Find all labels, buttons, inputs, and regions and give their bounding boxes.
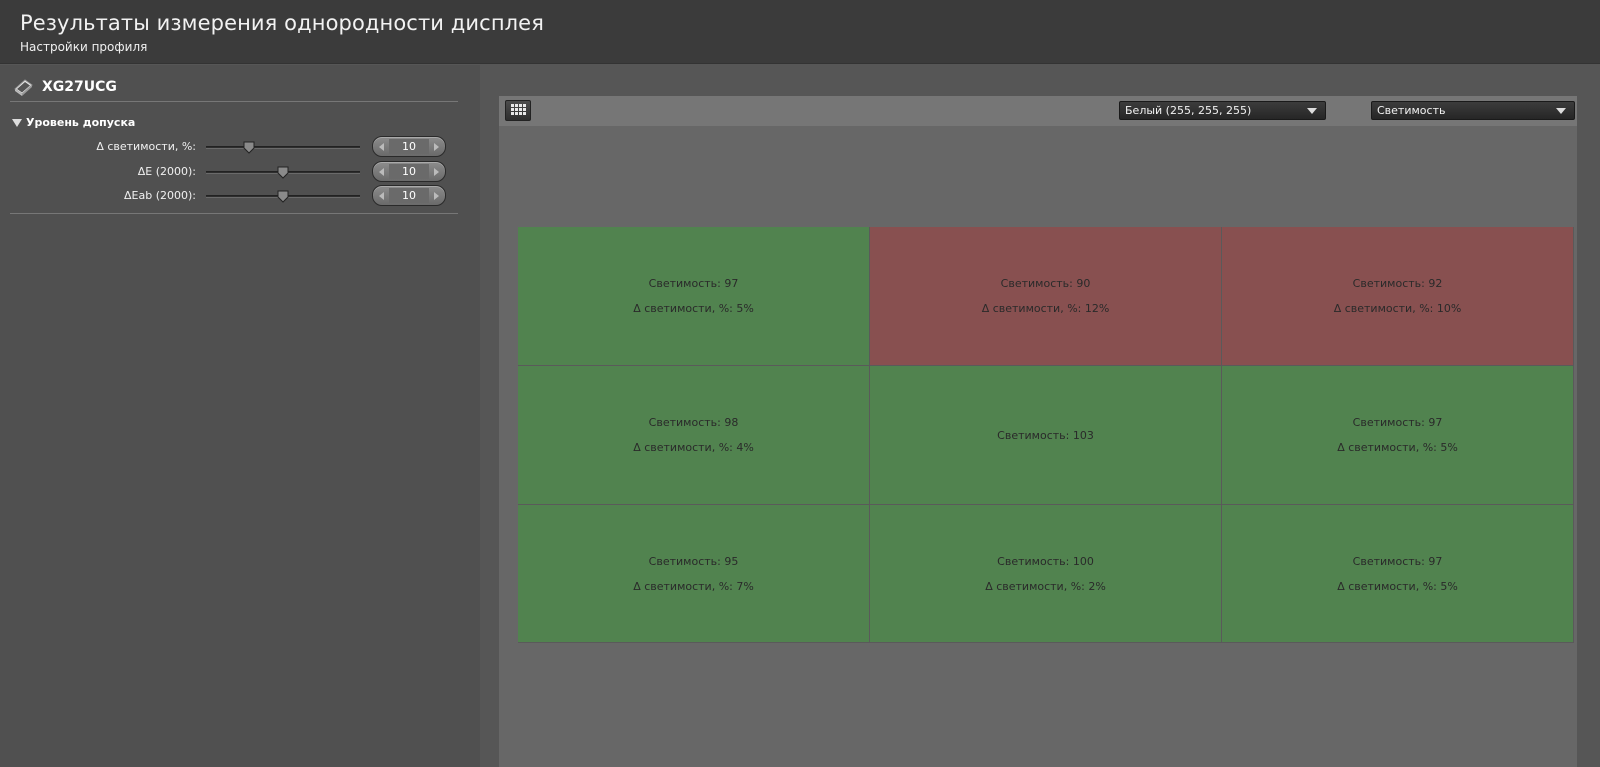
chevron-down-icon bbox=[1556, 108, 1566, 114]
cell-luminance: Светимость: 97 bbox=[648, 277, 739, 290]
color-select-value: Белый (255, 255, 255) bbox=[1125, 104, 1252, 117]
cell-delta: Δ светимости, %: 10% bbox=[1333, 302, 1462, 315]
spinner-value[interactable]: 10 bbox=[389, 139, 429, 154]
page-title: Результаты измерения однородности диспле… bbox=[20, 11, 544, 35]
slider-thumb[interactable] bbox=[243, 141, 255, 154]
profile-settings-link[interactable]: Настройки профиля bbox=[20, 40, 147, 54]
param-row-luminance: Δ светимости, %: 10 bbox=[0, 136, 460, 158]
decrement-icon[interactable] bbox=[379, 192, 384, 200]
de2000-spinner[interactable]: 10 bbox=[372, 161, 446, 182]
param-label: Δ светимости, %: bbox=[96, 140, 196, 153]
deab2000-slider[interactable] bbox=[206, 190, 360, 203]
cell-delta: Δ светимости, %: 4% bbox=[633, 441, 754, 454]
increment-icon[interactable] bbox=[434, 192, 439, 200]
tolerance-section-toggle[interactable]: Уровень допуска bbox=[10, 116, 310, 132]
cell-luminance: Светимость: 98 bbox=[648, 416, 739, 429]
results-panel: Белый (255, 255, 255) Светимость Светимо… bbox=[499, 96, 1577, 767]
grid-cell: Светимость: 100 Δ светимости, %: 2% bbox=[870, 505, 1222, 643]
triangle-down-icon bbox=[12, 119, 22, 127]
chevron-down-icon bbox=[1307, 108, 1317, 114]
color-select[interactable]: Белый (255, 255, 255) bbox=[1119, 101, 1326, 120]
grid-icon bbox=[511, 104, 526, 115]
increment-icon[interactable] bbox=[434, 168, 439, 176]
cell-delta: Δ светимости, %: 7% bbox=[633, 579, 754, 593]
spinner-value[interactable]: 10 bbox=[389, 164, 429, 179]
grid-view-button[interactable] bbox=[505, 100, 531, 121]
grid-cell: Светимость: 97 Δ светимости, %: 5% bbox=[1222, 505, 1574, 643]
slider-thumb[interactable] bbox=[277, 190, 289, 203]
cell-delta: Δ светимости, %: 5% bbox=[633, 302, 754, 315]
results-toolbar: Белый (255, 255, 255) Светимость bbox=[499, 96, 1577, 126]
cell-delta: Δ светимости, %: 12% bbox=[981, 302, 1110, 315]
device-name: XG27UCG bbox=[42, 79, 117, 95]
grid-cell: Светимость: 97 Δ светимости, %: 5% bbox=[1222, 366, 1574, 505]
grid-cell: Светимость: 103 bbox=[870, 366, 1222, 505]
app-header: Результаты измерения однородности диспле… bbox=[0, 0, 1600, 64]
divider bbox=[10, 213, 458, 214]
grid-cell: Светимость: 97 Δ светимости, %: 5% bbox=[518, 227, 870, 366]
param-label: ΔEab (2000): bbox=[124, 189, 196, 202]
device-header: XG27UCG bbox=[10, 77, 458, 102]
slider-thumb[interactable] bbox=[277, 166, 289, 179]
luminance-slider[interactable] bbox=[206, 141, 360, 154]
deab2000-spinner[interactable]: 10 bbox=[372, 185, 446, 206]
grid-cell: Светимость: 98 Δ светимости, %: 4% bbox=[518, 366, 870, 505]
param-row-deab2000: ΔEab (2000): 10 bbox=[0, 185, 460, 207]
settings-panel: XG27UCG Уровень допуска Δ светимости, %:… bbox=[0, 65, 480, 767]
cell-luminance: Светимость: 100 bbox=[997, 554, 1094, 568]
metric-select-value: Светимость bbox=[1377, 104, 1446, 117]
luminance-spinner[interactable]: 10 bbox=[372, 136, 446, 157]
metric-select[interactable]: Светимость bbox=[1371, 101, 1575, 120]
decrement-icon[interactable] bbox=[379, 143, 384, 151]
de2000-slider[interactable] bbox=[206, 166, 360, 179]
cell-luminance: Светимость: 92 bbox=[1352, 277, 1443, 290]
monitor-icon bbox=[14, 79, 33, 96]
grid-cell: Светимость: 95 Δ светимости, %: 7% bbox=[518, 505, 870, 643]
param-label: ΔE (2000): bbox=[137, 165, 196, 178]
increment-icon[interactable] bbox=[434, 143, 439, 151]
spinner-value[interactable]: 10 bbox=[389, 188, 429, 203]
cell-delta: Δ светимости, %: 5% bbox=[1337, 579, 1458, 593]
grid-cell: Светимость: 92 Δ светимости, %: 10% bbox=[1222, 227, 1574, 366]
cell-delta: Δ светимости, %: 2% bbox=[985, 579, 1106, 593]
cell-delta: Δ светимости, %: 5% bbox=[1337, 441, 1458, 454]
param-row-de2000: ΔE (2000): 10 bbox=[0, 161, 460, 183]
grid-cell: Светимость: 90 Δ светимости, %: 12% bbox=[870, 227, 1222, 366]
cell-luminance: Светимость: 90 bbox=[1000, 277, 1091, 290]
decrement-icon[interactable] bbox=[379, 168, 384, 176]
cell-luminance: Светимость: 97 bbox=[1352, 416, 1443, 429]
tolerance-section-label: Уровень допуска bbox=[26, 116, 136, 129]
cell-luminance: Светимость: 97 bbox=[1352, 554, 1443, 568]
cell-luminance: Светимость: 95 bbox=[648, 554, 739, 568]
cell-luminance: Светимость: 103 bbox=[997, 428, 1094, 442]
uniformity-grid: Светимость: 97 Δ светимости, %: 5% Свети… bbox=[518, 227, 1574, 643]
